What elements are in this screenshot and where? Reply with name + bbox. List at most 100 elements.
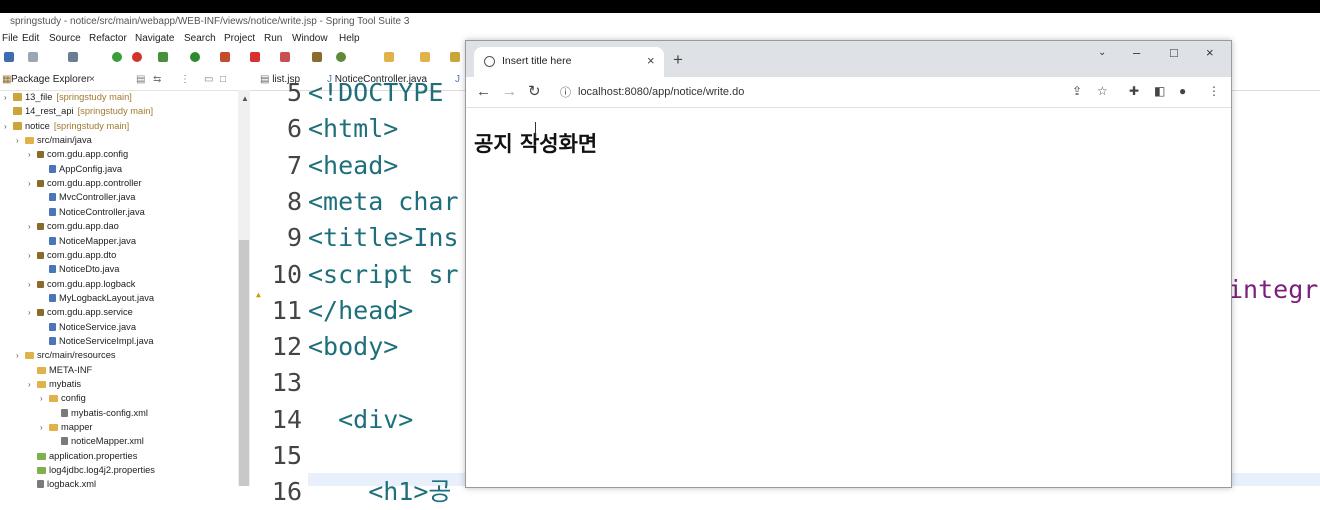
tree-item[interactable]: › com.gdu.app.service bbox=[28, 305, 133, 319]
boot-icon[interactable] bbox=[132, 52, 142, 62]
tree-item[interactable]: › com.gdu.app.controller bbox=[28, 176, 142, 190]
tree-item[interactable]: NoticeMapper.java bbox=[40, 234, 136, 248]
reload-icon[interactable]: ↻ bbox=[528, 81, 541, 103]
chevron-icon[interactable]: › bbox=[16, 349, 25, 363]
link-editor-icon[interactable]: ⇆ bbox=[153, 70, 161, 90]
search-file-icon[interactable] bbox=[450, 52, 460, 62]
share-icon[interactable]: ⇪ bbox=[1072, 84, 1082, 98]
more-menu-icon[interactable]: ⋮ bbox=[1208, 84, 1220, 98]
chevron-icon[interactable]: › bbox=[28, 278, 37, 292]
maximize-view-icon[interactable]: □ bbox=[220, 70, 226, 90]
tab-search-icon[interactable]: ⌄ bbox=[1098, 41, 1106, 67]
external-tools-icon[interactable] bbox=[220, 52, 230, 62]
code-line[interactable]: </head> bbox=[308, 293, 413, 329]
new-icon[interactable] bbox=[4, 52, 14, 62]
chevron-icon[interactable]: › bbox=[28, 177, 37, 191]
run-icon[interactable] bbox=[190, 52, 200, 62]
tree-item[interactable]: › com.gdu.app.dto bbox=[28, 248, 116, 262]
code-line[interactable]: <body> bbox=[308, 329, 398, 365]
menu-help[interactable]: Help bbox=[339, 31, 360, 47]
menu-project[interactable]: Project bbox=[224, 31, 255, 47]
tree-item[interactable]: › src/main/java bbox=[16, 133, 92, 147]
tree-item[interactable]: NoticeServiceImpl.java bbox=[40, 334, 154, 348]
forward-icon[interactable]: → bbox=[502, 81, 517, 103]
chevron-icon[interactable]: › bbox=[28, 220, 37, 234]
menu-file[interactable]: File bbox=[2, 31, 18, 47]
tree-item[interactable]: › mybatis bbox=[28, 377, 81, 391]
new-package-icon[interactable] bbox=[312, 52, 322, 62]
menu-window[interactable]: Window bbox=[292, 31, 328, 47]
tree-item[interactable]: MyLogbackLayout.java bbox=[40, 291, 154, 305]
minimize-icon[interactable]: – bbox=[1133, 41, 1140, 67]
chevron-icon[interactable]: › bbox=[28, 306, 37, 320]
browser-tab[interactable]: Insert title here × bbox=[474, 47, 664, 77]
web-browser-icon[interactable] bbox=[336, 52, 346, 62]
code-line[interactable]: <!DOCTYPE bbox=[308, 75, 443, 111]
code-line[interactable]: <title>Ins bbox=[308, 220, 459, 256]
chevron-icon[interactable]: › bbox=[4, 91, 13, 105]
tree-item[interactable]: › com.gdu.app.config bbox=[28, 147, 128, 161]
debug-icon[interactable] bbox=[158, 52, 168, 62]
tree-item[interactable]: › src/main/resources bbox=[16, 348, 116, 362]
tree-item[interactable]: 14_rest_api [springstudy main] bbox=[4, 104, 153, 118]
tree-item[interactable]: › config bbox=[40, 391, 86, 405]
new-tab-icon[interactable]: + bbox=[673, 48, 683, 72]
code-line[interactable]: <script sr bbox=[308, 257, 459, 293]
back-icon[interactable]: ← bbox=[476, 81, 491, 103]
package-explorer-tab[interactable]: ▦ Package Explorer × ▤ ⇆ ⋮ ▭ □ bbox=[0, 70, 252, 91]
menu-refactor[interactable]: Refactor bbox=[89, 31, 127, 47]
spring-icon[interactable] bbox=[112, 52, 122, 62]
tree-item[interactable]: › 13_file [springstudy main] bbox=[4, 90, 132, 104]
code-line[interactable]: <meta char bbox=[308, 184, 459, 220]
site-info-icon[interactable]: ⓘ bbox=[560, 84, 571, 100]
tree-item[interactable]: NoticeDto.java bbox=[40, 262, 119, 276]
tree-item[interactable]: › mapper bbox=[40, 420, 93, 434]
menu-search[interactable]: Search bbox=[184, 31, 216, 47]
address-url[interactable]: localhost:8080/app/notice/write.do bbox=[578, 82, 744, 102]
menu-run[interactable]: Run bbox=[264, 31, 282, 47]
tree-item[interactable]: mybatis-config.xml bbox=[52, 406, 148, 420]
tree-item[interactable]: › com.gdu.app.dao bbox=[28, 219, 119, 233]
wand-icon[interactable] bbox=[420, 52, 430, 62]
menu-source[interactable]: Source bbox=[49, 31, 81, 47]
chevron-icon[interactable]: › bbox=[4, 120, 13, 134]
menu-navigate[interactable]: Navigate bbox=[135, 31, 174, 47]
save-icon[interactable] bbox=[28, 52, 38, 62]
collapse-all-icon[interactable]: ▤ bbox=[136, 70, 145, 90]
chevron-icon[interactable]: › bbox=[40, 421, 49, 435]
tab-close-icon[interactable]: × bbox=[647, 47, 655, 75]
terminal-icon[interactable] bbox=[68, 52, 78, 62]
tree-item[interactable]: META-INF bbox=[28, 363, 92, 377]
address-bar[interactable]: ⓘ localhost:8080/app/notice/write.do bbox=[554, 82, 1126, 102]
tree-item[interactable]: logback.xml bbox=[28, 477, 96, 491]
bookmark-star-icon[interactable]: ☆ bbox=[1097, 84, 1108, 98]
chevron-icon[interactable]: › bbox=[28, 249, 37, 263]
code-line[interactable]: <h1>공 bbox=[308, 474, 451, 510]
window-close-icon[interactable]: × bbox=[1206, 41, 1214, 67]
extensions-icon[interactable]: ✚ bbox=[1129, 84, 1139, 98]
code-line[interactable]: <div> bbox=[308, 402, 413, 438]
close-icon[interactable]: × bbox=[89, 70, 95, 90]
code-line[interactable]: <html> bbox=[308, 111, 398, 147]
explorer-scrollbar-thumb[interactable] bbox=[239, 240, 249, 486]
server-icon[interactable] bbox=[280, 52, 290, 62]
chevron-icon[interactable]: › bbox=[16, 134, 25, 148]
tree-item[interactable]: application.properties bbox=[28, 449, 137, 463]
open-folder-icon[interactable] bbox=[384, 52, 394, 62]
view-menu-icon[interactable]: ⋮ bbox=[180, 70, 190, 90]
side-panel-icon[interactable]: ◧ bbox=[1154, 84, 1165, 98]
minimize-view-icon[interactable]: ▭ bbox=[204, 70, 213, 90]
tree-item[interactable]: › com.gdu.app.logback bbox=[28, 277, 135, 291]
chevron-icon[interactable]: › bbox=[28, 148, 37, 162]
profile-avatar-icon[interactable]: ● bbox=[1179, 84, 1186, 98]
tree-item[interactable]: noticeMapper.xml bbox=[52, 434, 144, 448]
scroll-up-icon[interactable]: ▲ bbox=[241, 94, 249, 103]
code-line[interactable]: <head> bbox=[308, 148, 398, 184]
tree-item[interactable]: AppConfig.java bbox=[40, 162, 122, 176]
java-file-icon[interactable]: J bbox=[455, 70, 460, 90]
chevron-icon[interactable]: › bbox=[40, 392, 49, 406]
tree-item[interactable]: NoticeController.java bbox=[40, 205, 145, 219]
tree-item[interactable]: log4jdbc.log4j2.properties bbox=[28, 463, 155, 477]
menu-edit[interactable]: Edit bbox=[22, 31, 39, 47]
chevron-icon[interactable]: › bbox=[28, 378, 37, 392]
